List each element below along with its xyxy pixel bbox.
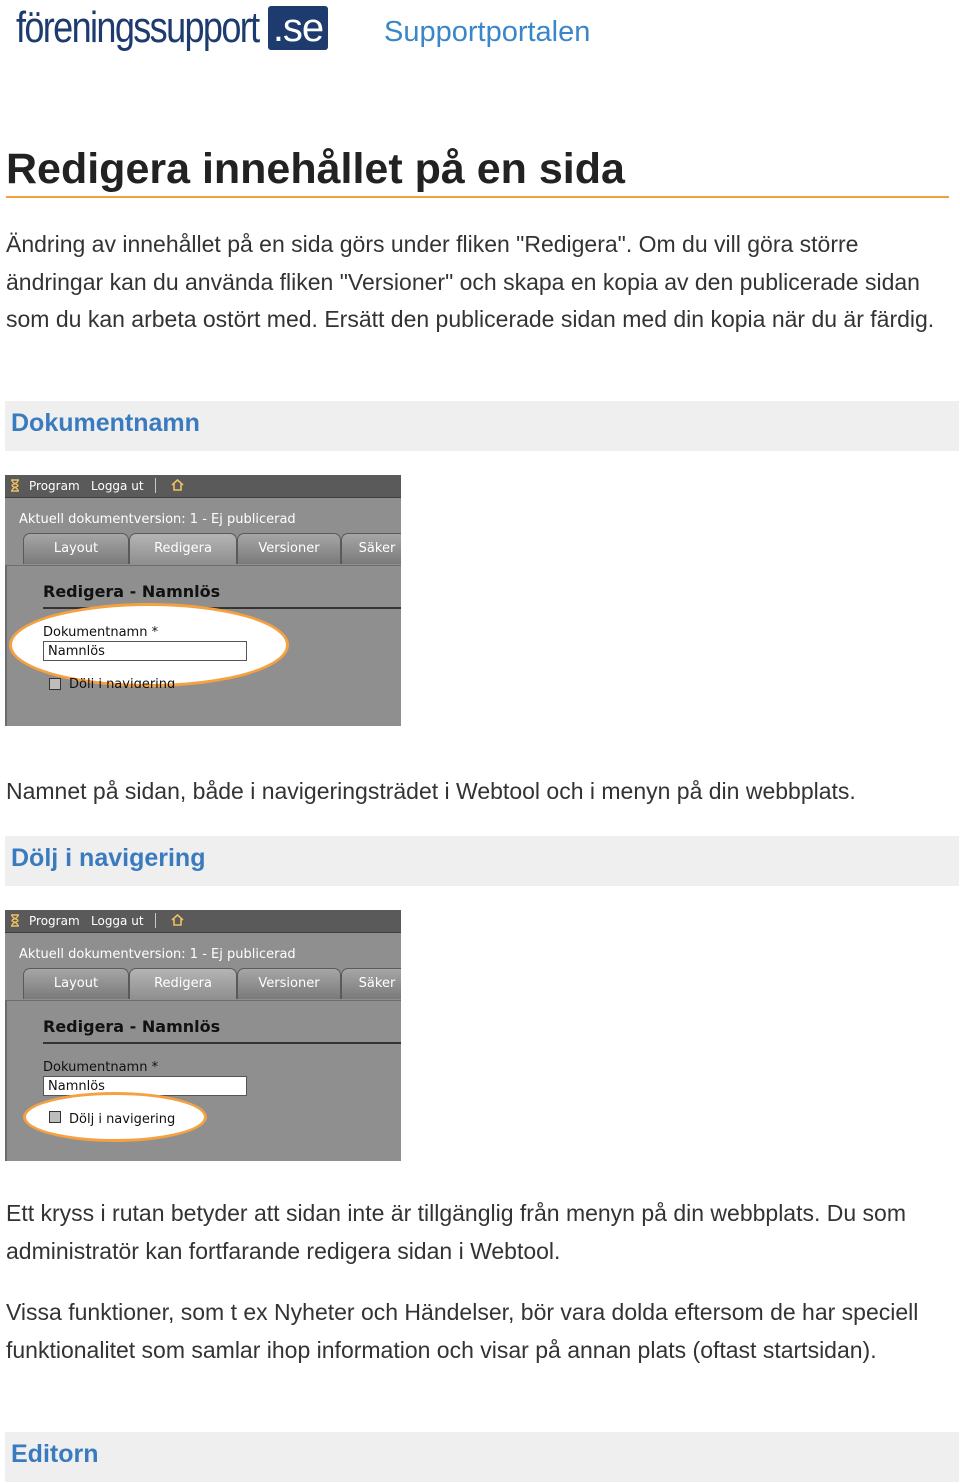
screenshot-dokumentnamn: Program Logga ut Aktuell dokumentversion… — [5, 475, 401, 726]
tab-versioner: Versioner — [237, 968, 341, 999]
section-heading-text: Dokumentnamn — [11, 409, 200, 437]
panel-edge — [5, 1000, 7, 1161]
menu-logout: Logga ut — [91, 479, 144, 493]
tab-saker: Säker — [341, 968, 401, 999]
tab-redigera: Redigera — [129, 968, 237, 999]
section-heading-text: Editorn — [11, 1440, 99, 1468]
portal-title[interactable]: Supportportalen — [384, 16, 590, 49]
field-label: Dokumentnamn * — [43, 1060, 159, 1075]
tab-redigera: Redigera — [129, 533, 237, 564]
panel-edge — [5, 565, 7, 726]
logo-text: föreningssupport — [16, 3, 260, 52]
menu-divider — [155, 478, 156, 493]
section-text-dolj: Ett kryss i rutan betyder att sidan inte… — [6, 1200, 907, 1264]
site-logo[interactable]: föreningssupport .se — [16, 2, 328, 58]
section-text-dokumentnamn: Namnet på sidan, både i navigeringsträde… — [6, 778, 856, 804]
tab-versioner: Versioner — [237, 533, 341, 564]
section-heading-dokumentnamn: Dokumentnamn — [5, 401, 959, 451]
checkbox-label: Dölj i navigering — [69, 1112, 176, 1127]
menu-divider — [155, 913, 156, 928]
menu-logout: Logga ut — [91, 914, 144, 928]
section-text-dolj-extra: Vissa funktioner, som t ex Nyheter och H… — [6, 1299, 919, 1363]
section-heading-text: Dölj i navigering — [11, 844, 206, 872]
tab-saker: Säker — [341, 533, 401, 564]
version-status: Aktuell dokumentversion: 1 - Ej publicer… — [19, 512, 296, 527]
screenshot-dolj-i-navigering: Program Logga ut Aktuell dokumentversion… — [5, 910, 401, 1161]
panel-title: Redigera - Namnlös — [43, 1017, 221, 1036]
hourglass-icon — [10, 479, 20, 495]
site-header: föreningssupport .se Supportportalen — [0, 0, 960, 70]
hourglass-icon — [10, 914, 20, 930]
tab-layout: Layout — [23, 968, 129, 999]
panel-rule — [43, 1042, 401, 1044]
home-icon — [171, 478, 184, 494]
section-heading-dolj: Dölj i navigering — [5, 836, 959, 886]
panel-title: Redigera - Namnlös — [43, 582, 221, 601]
field-input: Namnlös — [43, 641, 247, 661]
menu-program: Program — [29, 479, 80, 493]
tab-layout: Layout — [23, 533, 129, 564]
page-title: Redigera innehållet på en sida — [6, 142, 949, 198]
home-icon — [171, 913, 184, 929]
hide-checkbox — [49, 1111, 61, 1123]
hide-checkbox — [49, 678, 61, 690]
version-status: Aktuell dokumentversion: 1 - Ej publicer… — [19, 947, 296, 962]
menu-program: Program — [29, 914, 80, 928]
section-heading-editorn: Editorn — [5, 1432, 959, 1482]
logo-tld: .se — [268, 6, 328, 50]
field-label: Dokumentnamn * — [43, 625, 159, 640]
intro-paragraph: Ändring av innehållet på en sida görs un… — [6, 231, 935, 332]
